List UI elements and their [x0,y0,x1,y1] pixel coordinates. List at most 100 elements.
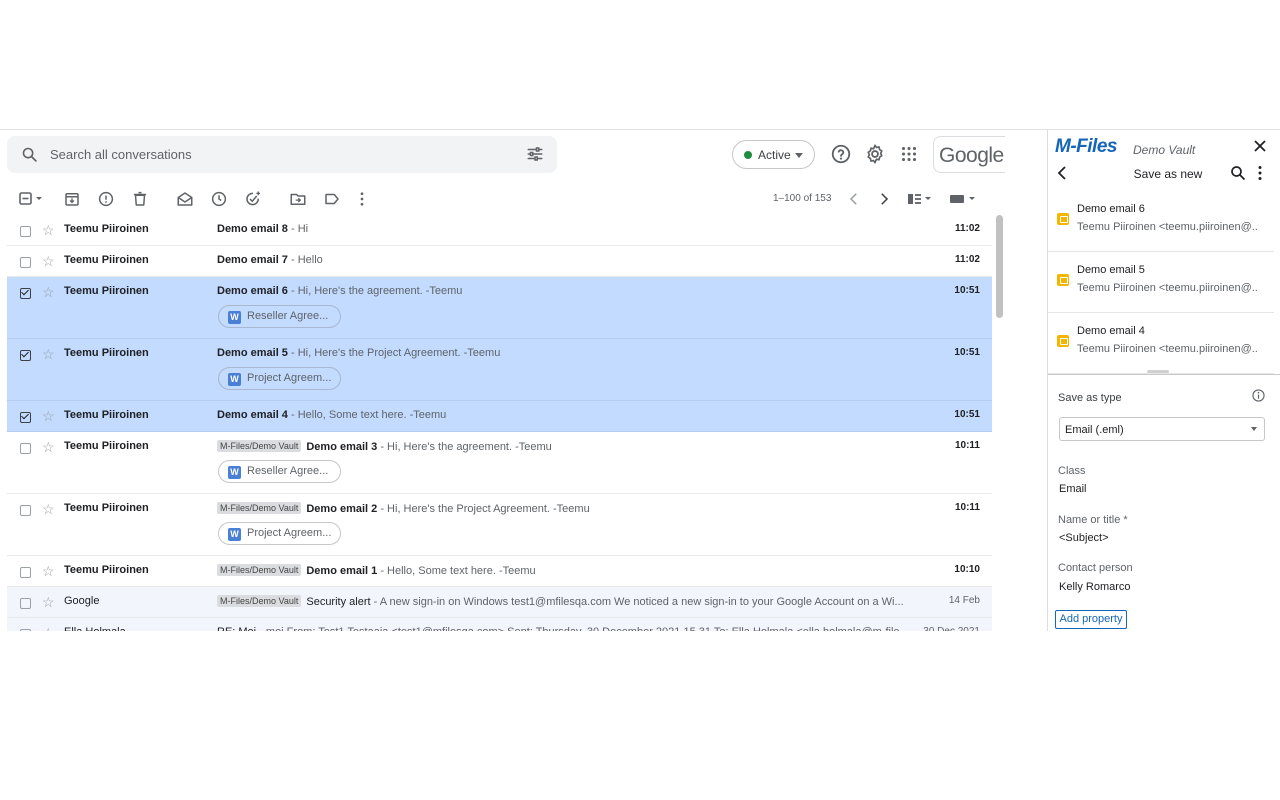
panel-more-vert-icon[interactable] [1256,165,1264,181]
email-row[interactable]: ☆ Teemu Piiroinen Demo email 5 - Hi, Here'… [7,339,992,401]
email-row[interactable]: ☆ Google M-Files/Demo Vault Security alert … [7,587,992,618]
email-snippet: - Hi [287,223,309,235]
split-pane-toggle-icon[interactable] [906,190,934,208]
email-subject: Demo email 2 [306,503,378,515]
email-sender: Teemu Piiroinen [64,254,149,266]
email-row[interactable]: ☆ Teemu Piiroinen M-Files/Demo Vault Demo e… [7,432,992,494]
row-checkbox[interactable] [20,257,31,268]
email-sender: Ella Holmala [64,626,126,631]
row-checkbox[interactable] [20,226,31,237]
mail-toolbar: 1–100 of 153 [0,182,1005,215]
row-checkbox[interactable] [20,349,31,361]
google-logo: Google [939,144,1004,167]
account-switcher[interactable]: Google T [933,136,1005,173]
apps-grid-icon[interactable] [898,143,920,165]
row-checkbox[interactable] [20,443,31,454]
close-icon[interactable] [1252,138,1268,154]
row-checkbox[interactable] [20,411,31,423]
back-arrow-icon[interactable] [1056,166,1068,180]
email-row[interactable]: ☆ Teemu Piiroinen Demo email 6 - Hi, Here'… [7,277,992,339]
status-dropdown[interactable]: Active [732,140,815,169]
star-icon[interactable]: ☆ [42,223,55,237]
email-time: 10:10 [954,564,980,575]
list-scrollbar[interactable] [996,215,1003,318]
archive-icon[interactable] [63,190,81,208]
chevron-left-icon[interactable] [845,190,863,208]
item-name: Demo email 5 [1077,264,1145,276]
snooze-clock-icon[interactable] [210,190,228,208]
email-row[interactable]: ☆ Teemu Piiroinen M-Files/Demo Vault Demo e… [7,556,992,587]
email-subject-line: RE: Moi - moi From: Test1 Testaaja <test… [217,626,917,631]
email-subject-line: M-Files/Demo Vault Demo email 1 - Hello, … [217,564,917,577]
chevron-right-icon[interactable] [875,190,893,208]
panel-search-icon[interactable] [1230,165,1246,181]
search-icon [22,147,37,162]
label-chip[interactable]: M-Files/Demo Vault [217,440,302,452]
contact-person-value[interactable]: Kelly Romarco [1059,581,1131,593]
delete-trash-icon[interactable] [131,190,149,208]
email-sender: Teemu Piiroinen [64,223,149,235]
attachment-chip[interactable]: W Reseller Agree... [218,305,341,328]
star-icon[interactable]: ☆ [42,595,55,609]
star-icon[interactable]: ☆ [42,626,55,631]
class-value[interactable]: Email [1059,483,1087,495]
star-icon[interactable]: ☆ [42,440,55,454]
resize-handle[interactable] [1147,370,1169,373]
help-icon[interactable] [830,143,852,165]
selected-email-item[interactable]: Demo email 4 Teemu Piiroinen <teemu.piir… [1048,313,1274,374]
row-checkbox[interactable] [20,629,31,631]
label-chip[interactable]: M-Files/Demo Vault [217,595,302,607]
label-chip[interactable]: M-Files/Demo Vault [217,502,302,514]
star-icon[interactable]: ☆ [42,502,55,516]
email-subject-line: Demo email 8 - Hi [217,223,917,235]
report-spam-icon[interactable] [97,190,115,208]
email-row[interactable]: ☆ Teemu Piiroinen Demo email 8 - Hi 11:02 [7,215,992,246]
more-vert-icon[interactable] [353,190,371,208]
word-doc-icon: W [228,466,241,479]
email-subject-line: Demo email 7 - Hello [217,254,917,266]
search-options-icon[interactable] [526,145,544,163]
star-icon[interactable]: ☆ [42,409,55,423]
info-icon[interactable] [1252,389,1265,402]
email-time: 10:51 [954,409,980,420]
selected-email-item[interactable]: Demo email 5 Teemu Piiroinen <teemu.piir… [1048,252,1274,313]
email-snippet: - Hi, Here's the Project Agreement. -Tee… [377,503,590,515]
name-or-title-value[interactable]: <Subject> [1059,532,1109,544]
search-bar[interactable]: Search all conversations [7,136,557,173]
star-icon[interactable]: ☆ [42,564,55,578]
email-subject: Security alert [306,596,371,608]
label-tag-icon[interactable] [323,190,341,208]
row-checkbox[interactable] [20,505,31,516]
row-checkbox[interactable] [20,567,31,578]
email-subject-line: Demo email 6 - Hi, Here's the agreement.… [217,285,917,297]
add-property-button[interactable]: Add property [1055,610,1127,629]
email-object-icon [1057,274,1069,286]
row-checkbox[interactable] [20,287,31,299]
email-row[interactable]: ☆ Ella Holmala RE: Moi - moi From: Test1 T… [7,618,992,631]
search-placeholder[interactable]: Search all conversations [50,147,192,162]
email-row[interactable]: ☆ Teemu Piiroinen Demo email 4 - Hello, So… [7,401,992,432]
email-sender: Teemu Piiroinen [64,409,149,421]
star-icon[interactable]: ☆ [42,285,55,299]
move-to-folder-icon[interactable] [289,190,307,208]
select-all-checkbox-icon[interactable] [17,190,45,208]
save-as-type-select[interactable]: Email (.eml) [1059,417,1265,441]
attachment-chip[interactable]: W Project Agreem... [218,522,341,545]
star-icon[interactable]: ☆ [42,254,55,268]
input-tools-keyboard-icon[interactable] [948,190,978,208]
email-row[interactable]: ☆ Teemu Piiroinen Demo email 7 - Hello 11:0… [7,246,992,277]
selected-email-item[interactable]: Demo email 6 Teemu Piiroinen <teemu.piir… [1048,191,1274,252]
label-chip[interactable]: M-Files/Demo Vault [217,564,302,576]
add-to-tasks-icon[interactable] [244,190,262,208]
attachment-chip[interactable]: W Project Agreem... [218,367,341,390]
attachment-name: Reseller Agree... [247,465,329,477]
attachment-chip[interactable]: W Reseller Agree... [218,460,341,483]
email-subject: Demo email 1 [306,565,378,577]
mark-as-read-icon[interactable] [176,190,194,208]
item-name: Demo email 4 [1077,325,1145,337]
word-doc-icon: W [228,373,241,386]
email-row[interactable]: ☆ Teemu Piiroinen M-Files/Demo Vault Demo e… [7,494,992,556]
row-checkbox[interactable] [20,598,31,609]
settings-gear-icon[interactable] [864,143,886,165]
star-icon[interactable]: ☆ [42,347,55,361]
